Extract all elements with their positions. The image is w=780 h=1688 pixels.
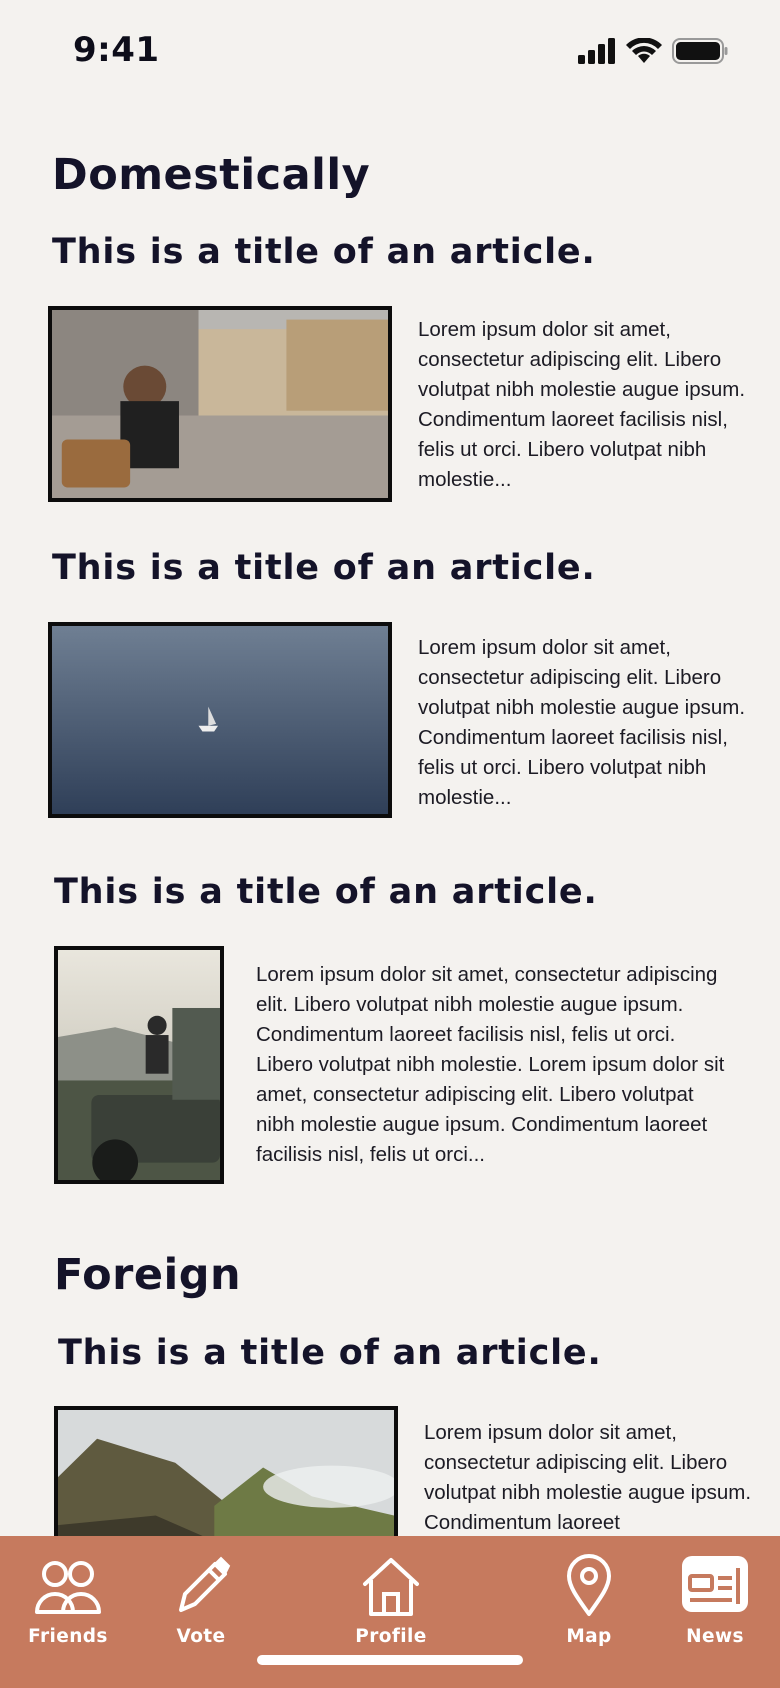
- street-photo-image: [52, 310, 388, 498]
- pencil-icon: [179, 1556, 231, 1612]
- home-indicator: [257, 1655, 523, 1665]
- status-bar: 9:41: [0, 0, 780, 100]
- tab-label: Vote: [176, 1626, 226, 1647]
- section-title-domestically: Domestically: [52, 150, 371, 200]
- friends-icon: [35, 1561, 101, 1614]
- wifi-icon: [626, 38, 662, 63]
- tab-label: Friends: [28, 1626, 108, 1647]
- battery-icon: [672, 38, 728, 64]
- article-thumbnail-sea[interactable]: [48, 622, 392, 818]
- section-title-foreign: Foreign: [54, 1250, 242, 1300]
- article-thumbnail-vehicle[interactable]: [54, 946, 224, 1184]
- article-title[interactable]: This is a title of an article.: [52, 232, 596, 272]
- article-excerpt: Lorem ipsum dolor sit amet, consectetur …: [256, 963, 725, 1166]
- cellular-signal-icon: [578, 38, 615, 64]
- status-icons: [578, 38, 728, 64]
- status-time: 9:41: [73, 30, 160, 70]
- tab-label: News: [686, 1626, 744, 1647]
- tab-profile[interactable]: Profile: [336, 1554, 446, 1647]
- tab-vote[interactable]: Vote: [146, 1554, 256, 1647]
- article-excerpt: Lorem ipsum dolor sit amet, consectetur …: [418, 318, 746, 491]
- newspaper-icon: [682, 1556, 748, 1612]
- home-icon: [363, 1558, 419, 1616]
- tab-news[interactable]: News: [660, 1554, 770, 1647]
- tab-label: Profile: [355, 1626, 427, 1647]
- article-title[interactable]: This is a title of an article.: [52, 548, 596, 588]
- vehicle-photo-image: [58, 950, 220, 1180]
- article-title[interactable]: This is a title of an article.: [58, 1333, 602, 1373]
- article-excerpt: Lorem ipsum dolor sit amet, consectetur …: [424, 1421, 752, 1534]
- tab-friends[interactable]: Friends: [13, 1554, 123, 1647]
- bottom-tab-bar: Friends Vote Profile Map News: [0, 1536, 780, 1688]
- tab-label: Map: [566, 1626, 612, 1647]
- article-excerpt: Lorem ipsum dolor sit amet, consectetur …: [418, 636, 746, 809]
- article-thumbnail-street[interactable]: [48, 306, 392, 502]
- sea-photo-image: [52, 626, 388, 814]
- article-title[interactable]: This is a title of an article.: [54, 872, 598, 912]
- map-pin-icon: [567, 1554, 611, 1616]
- tab-map[interactable]: Map: [534, 1554, 644, 1647]
